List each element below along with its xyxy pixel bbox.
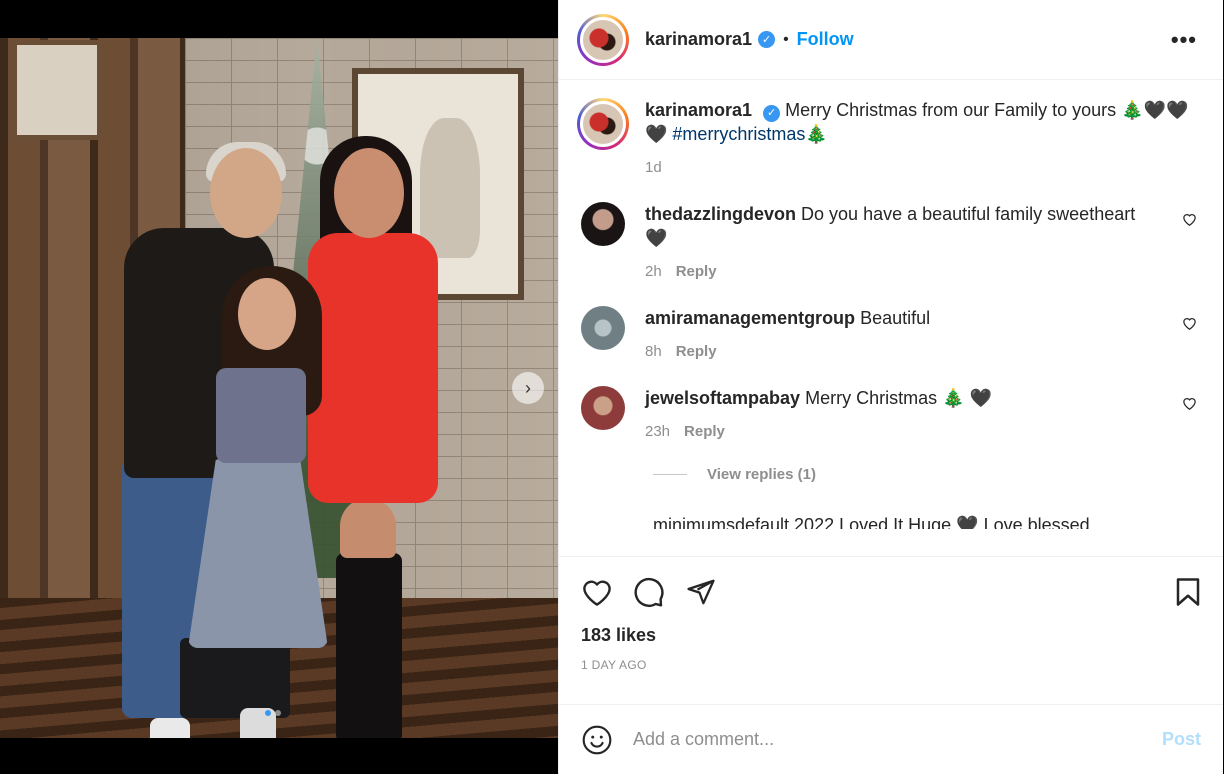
likes-count[interactable]: 183 likes xyxy=(581,625,1201,646)
post-panel: karinamora1 ✓ • Follow ••• karinamora1 ✓… xyxy=(558,0,1223,774)
comments-list[interactable]: karinamora1 ✓ Merry Christmas from our F… xyxy=(559,80,1223,556)
like-heart-icon[interactable] xyxy=(581,577,613,607)
partial-comment: minimumsdefault 2022 Loved It Huge 🖤 Lov… xyxy=(653,515,1223,529)
picture-frame-small xyxy=(12,40,102,140)
emoji-icon[interactable] xyxy=(581,724,613,756)
carousel-dot-active xyxy=(265,710,271,716)
comment-text: Beautiful xyxy=(860,308,931,328)
comment-username[interactable]: jewelsoftampabay xyxy=(645,388,800,408)
like-comment-heart-icon[interactable] xyxy=(1182,396,1197,413)
header-username[interactable]: karinamora1 xyxy=(645,29,752,50)
comment-text: Do you have a beautiful family sweethear… xyxy=(801,204,1136,224)
caption: karinamora1 ✓ Merry Christmas from our F… xyxy=(577,98,1205,180)
share-paper-plane-icon[interactable] xyxy=(685,577,717,607)
caption-text: Merry Christmas from our Family to yours… xyxy=(785,100,1189,120)
comment-input[interactable] xyxy=(633,729,1162,750)
comment-text-line2: 🖤 xyxy=(645,228,668,248)
comment-item: thedazzlingdevon Do you have a beautiful… xyxy=(577,202,1205,284)
comment-bubble-icon[interactable] xyxy=(633,576,665,608)
view-replies-label: View replies (1) xyxy=(707,466,816,483)
girl-face xyxy=(238,278,296,350)
reply-button[interactable]: Reply xyxy=(676,260,717,284)
more-options-icon[interactable]: ••• xyxy=(1171,27,1205,53)
girl-sneaker xyxy=(150,718,190,738)
girl-sequin-top xyxy=(216,368,306,463)
post-media: › xyxy=(0,0,558,774)
post-date: 1 DAY AGO xyxy=(581,658,647,672)
comment-item: jewelsoftampabay Merry Christmas 🎄 🖤 23h… xyxy=(577,386,1205,444)
post-photo[interactable] xyxy=(0,38,558,738)
carousel-dots xyxy=(265,710,281,716)
view-replies-button[interactable]: View replies (1) xyxy=(653,466,1205,483)
comment-time: 8h xyxy=(645,343,662,360)
comment-avatar[interactable] xyxy=(581,306,625,350)
comment-item: amiramanagementgroup Beautiful 8h Reply xyxy=(577,306,1205,364)
follow-button[interactable]: Follow xyxy=(797,29,854,50)
view-replies-line xyxy=(653,474,687,475)
comment-username[interactable]: thedazzlingdevon xyxy=(645,204,796,224)
caption-time: 1d xyxy=(645,159,662,176)
caption-line2: 🖤 xyxy=(645,124,673,144)
comment-avatar[interactable] xyxy=(581,386,625,430)
avatar[interactable] xyxy=(577,13,629,66)
caption-avatar[interactable] xyxy=(577,98,629,150)
post-header: karinamora1 ✓ • Follow ••• xyxy=(559,0,1223,80)
woman-red-dress xyxy=(308,233,438,503)
verified-badge-icon: ✓ xyxy=(763,104,781,122)
bookmark-icon[interactable] xyxy=(1175,577,1201,612)
man-face xyxy=(210,148,282,238)
add-comment-bar: Post xyxy=(559,704,1223,774)
chevron-right-icon: › xyxy=(525,377,531,398)
comment-time: 2h xyxy=(645,263,662,280)
like-comment-heart-icon[interactable] xyxy=(1182,212,1197,229)
like-comment-heart-icon[interactable] xyxy=(1182,316,1197,333)
partial-comment-text: minimumsdefault 2022 Loved It Huge 🖤 Lov… xyxy=(653,515,1090,529)
lobster-art xyxy=(420,118,480,258)
girl-legs xyxy=(180,638,290,718)
woman-boots xyxy=(336,553,402,738)
comment-avatar[interactable] xyxy=(581,202,625,246)
woman-legs xyxy=(340,498,396,558)
comment-username[interactable]: amiramanagementgroup xyxy=(645,308,855,328)
hashtag-link[interactable]: #merrychristmas🎄 xyxy=(672,124,827,144)
comment-text: Merry Christmas 🎄 🖤 xyxy=(805,388,992,408)
reply-button[interactable]: Reply xyxy=(684,420,725,444)
verified-badge-icon: ✓ xyxy=(758,31,776,48)
caption-username[interactable]: karinamora1 xyxy=(645,100,752,120)
post-comment-button[interactable]: Post xyxy=(1162,729,1201,750)
woman-face xyxy=(334,148,404,238)
reply-button[interactable]: Reply xyxy=(676,340,717,364)
action-bar: 183 likes 1 DAY AGO xyxy=(559,556,1223,706)
carousel-dot xyxy=(275,710,281,716)
separator-bullet: • xyxy=(783,30,789,48)
next-image-button[interactable]: › xyxy=(512,372,544,404)
comment-time: 23h xyxy=(645,423,671,440)
